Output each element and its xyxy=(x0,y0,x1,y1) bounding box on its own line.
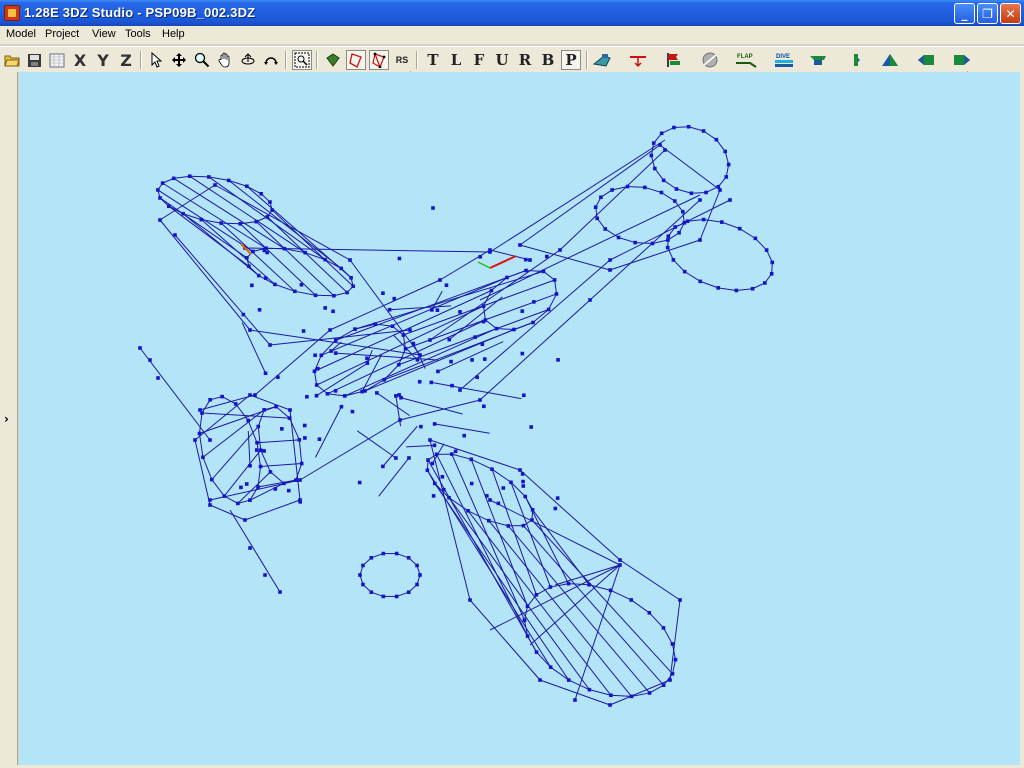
left-side-panel: › xyxy=(0,72,18,768)
main-toolbar: X Y Z RS T L F U R B P FLAP DIVE xyxy=(0,46,1024,108)
menu-project[interactable]: Project xyxy=(45,28,79,40)
select-pointer-icon[interactable] xyxy=(146,50,166,70)
view-front-button[interactable]: F xyxy=(469,50,489,70)
save-icon[interactable] xyxy=(24,50,44,70)
axis-gizmo-x xyxy=(489,255,517,269)
view-back-button[interactable]: B xyxy=(538,50,558,70)
zoom-icon[interactable] xyxy=(192,50,212,70)
tail-tool-icon[interactable] xyxy=(844,50,864,70)
3d-viewport[interactable] xyxy=(19,72,1020,765)
view-top-button[interactable]: T xyxy=(423,50,443,70)
toolbar-separator xyxy=(316,51,318,69)
rotate-icon[interactable] xyxy=(261,50,281,70)
expand-panel-arrow[interactable]: › xyxy=(4,412,9,426)
axis-y-button[interactable]: Y xyxy=(93,50,113,70)
propeller-tool-icon[interactable] xyxy=(700,50,720,70)
orbit-icon[interactable] xyxy=(238,50,258,70)
pan-hand-icon[interactable] xyxy=(215,50,235,70)
nose-tool-icon[interactable] xyxy=(916,50,936,70)
rs-button[interactable]: RS xyxy=(392,50,412,70)
window-right-border xyxy=(1020,72,1024,768)
menu-view[interactable]: View xyxy=(92,28,116,40)
cowl-tool-icon[interactable] xyxy=(952,50,972,70)
menu-model[interactable]: Model xyxy=(6,28,36,40)
view-up-button[interactable]: U xyxy=(492,50,512,70)
dive-label: DIVE xyxy=(776,54,790,60)
view-perspective-button[interactable]: P xyxy=(561,50,581,70)
axis-gizmo-y xyxy=(477,261,491,269)
menu-bar: Model Project View Tools Help xyxy=(0,26,1024,44)
toolbar-separator xyxy=(140,51,142,69)
vertex-wire-icon[interactable] xyxy=(369,50,389,70)
toolbar-separator xyxy=(586,51,588,69)
gear-part-tool-icon[interactable] xyxy=(880,50,900,70)
grid-icon[interactable] xyxy=(47,50,67,70)
flap-tool-icon[interactable]: FLAP xyxy=(734,50,760,70)
flap-label: FLAP xyxy=(737,54,753,60)
app-icon[interactable] xyxy=(4,5,20,21)
open-folder-icon[interactable] xyxy=(2,50,22,70)
airplane-wireframe-model[interactable] xyxy=(19,72,1020,765)
close-button[interactable]: ✕ xyxy=(1000,3,1021,24)
menu-tools[interactable]: Tools xyxy=(125,28,151,40)
zoom-extents-icon[interactable] xyxy=(292,50,312,70)
fuselage-tool-icon[interactable] xyxy=(592,50,612,70)
toolbar-separator xyxy=(285,51,287,69)
wireframe-icon[interactable] xyxy=(346,50,366,70)
dive-tool-icon[interactable]: DIVE xyxy=(772,50,798,70)
menu-help[interactable]: Help xyxy=(162,28,185,40)
minimize-button[interactable]: _ xyxy=(954,3,975,24)
maximize-button[interactable]: ❐ xyxy=(977,3,998,24)
flag-tool-icon[interactable] xyxy=(664,50,684,70)
view-left-button[interactable]: L xyxy=(446,50,466,70)
toolbar-separator xyxy=(416,51,418,69)
axis-z-button[interactable]: Z xyxy=(116,50,136,70)
title-bar[interactable]: 1.28E 3DZ Studio - PSP09B_002.3DZ _ ❐ ✕ xyxy=(0,0,1024,26)
elevator-tool-icon[interactable] xyxy=(628,50,648,70)
wing-tool-icon[interactable] xyxy=(808,50,828,70)
axis-x-button[interactable]: X xyxy=(70,50,90,70)
shaded-model-icon[interactable] xyxy=(323,50,343,70)
window-title: 1.28E 3DZ Studio - PSP09B_002.3DZ xyxy=(24,5,256,20)
view-right-button[interactable]: R xyxy=(515,50,535,70)
move-icon[interactable] xyxy=(169,50,189,70)
